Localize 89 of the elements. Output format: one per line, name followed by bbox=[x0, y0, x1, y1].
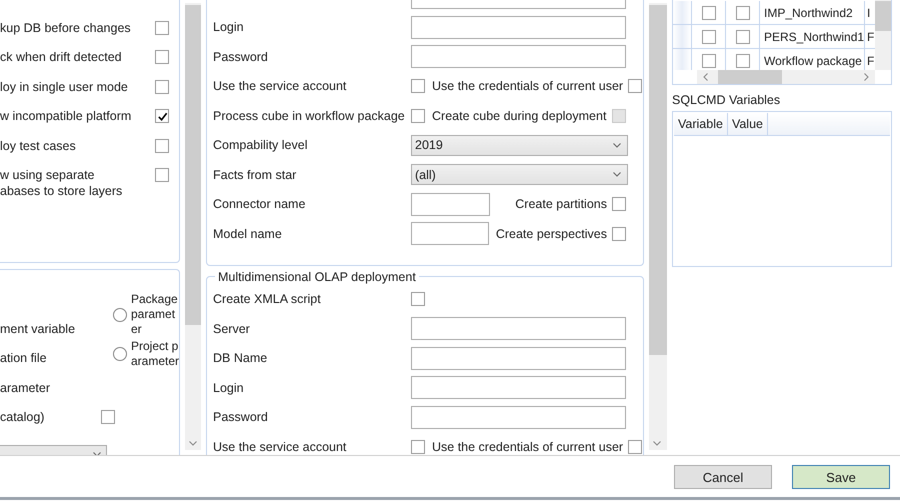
input-field[interactable] bbox=[411, 192, 490, 216]
field-label: Login bbox=[213, 20, 245, 34]
scrollbar[interactable] bbox=[697, 70, 875, 84]
option-label: loy in single user mode bbox=[0, 78, 128, 95]
scrollbar[interactable] bbox=[875, 0, 891, 70]
column-header[interactable]: Value bbox=[728, 113, 768, 135]
option-label: kup DB before changes bbox=[0, 20, 131, 36]
chevron-down-icon[interactable] bbox=[189, 441, 197, 446]
option-label: catalog) bbox=[0, 409, 44, 426]
table-cell-text: F bbox=[866, 54, 875, 68]
field-label: Password bbox=[213, 50, 269, 64]
scrollbar[interactable] bbox=[649, 3, 667, 450]
option-label: Create cube during deployment bbox=[431, 108, 607, 123]
table-cell: IMP_Northwind2 bbox=[760, 1, 865, 24]
checkbox[interactable] bbox=[612, 226, 626, 241]
option-label: Use the credentials of current user bbox=[431, 440, 624, 454]
checkbox[interactable] bbox=[736, 54, 750, 68]
checkbox[interactable] bbox=[155, 80, 169, 94]
checkbox[interactable] bbox=[155, 20, 169, 35]
checkbox[interactable] bbox=[155, 138, 169, 153]
field-label: Password bbox=[213, 410, 269, 424]
option-label: ment variable bbox=[0, 320, 76, 337]
table-cell: PERS_Northwind1 bbox=[760, 25, 865, 48]
dialog-button[interactable]: Save bbox=[792, 465, 890, 489]
option-label: Use the credentials of current user bbox=[431, 79, 624, 94]
option-label: Create partitions bbox=[514, 197, 607, 212]
chevron-down-icon bbox=[613, 142, 621, 148]
checkbox[interactable] bbox=[628, 440, 642, 454]
option-label: ation file bbox=[0, 350, 47, 366]
input-field[interactable] bbox=[411, 16, 626, 39]
dropdown[interactable]: (all) bbox=[411, 164, 628, 186]
input-field[interactable] bbox=[411, 376, 626, 400]
field-label: Connector name bbox=[213, 197, 306, 212]
chevron-left-icon[interactable] bbox=[703, 73, 708, 81]
checkbox[interactable] bbox=[411, 108, 425, 123]
checkbox[interactable] bbox=[736, 6, 750, 20]
option-label: arameter bbox=[0, 380, 50, 396]
input-field[interactable] bbox=[411, 317, 626, 340]
row-header[interactable] bbox=[673, 1, 692, 24]
checkbox[interactable] bbox=[155, 109, 169, 124]
checkbox[interactable] bbox=[702, 54, 716, 68]
row-header[interactable] bbox=[673, 25, 692, 48]
checkbox[interactable] bbox=[411, 79, 425, 94]
input-field[interactable] bbox=[411, 222, 489, 246]
input-field[interactable] bbox=[411, 45, 626, 68]
input-field[interactable] bbox=[411, 406, 626, 429]
scrollbar[interactable] bbox=[185, 3, 201, 450]
field-label: Server bbox=[213, 322, 251, 336]
column-header[interactable]: Variable bbox=[674, 113, 728, 135]
radio-button[interactable] bbox=[113, 308, 127, 322]
field-label: Process cube in workflow package bbox=[213, 108, 406, 123]
group-title: Multidimensional OLAP deployment bbox=[217, 270, 417, 284]
checkbox[interactable] bbox=[628, 79, 642, 94]
table-cell-text: I bbox=[866, 6, 872, 20]
checkbox[interactable] bbox=[155, 168, 169, 182]
field-label: Compability level bbox=[213, 138, 308, 152]
field-label: Facts from star bbox=[213, 168, 298, 182]
section-title: SQLCMD Variables bbox=[672, 93, 782, 109]
checkbox[interactable] bbox=[702, 6, 716, 20]
checkbox[interactable] bbox=[411, 440, 425, 454]
chevron-right-icon[interactable] bbox=[864, 73, 869, 81]
input-field[interactable] bbox=[411, 346, 626, 370]
dropdown[interactable]: 2019 bbox=[411, 134, 628, 156]
field-label: Use the service account bbox=[213, 440, 348, 454]
field-label: Create XMLA script bbox=[213, 292, 322, 306]
chevron-down-icon bbox=[613, 172, 621, 178]
field-label: DB Name bbox=[213, 351, 268, 366]
option-label: ck when drift detected bbox=[0, 49, 122, 66]
checkbox[interactable] bbox=[736, 30, 750, 44]
option-label: loy test cases bbox=[0, 138, 76, 154]
chevron-down-icon[interactable] bbox=[653, 441, 661, 446]
row-header[interactable] bbox=[673, 49, 692, 70]
option-label: Create perspectives bbox=[494, 226, 607, 241]
field-label: Use the service account bbox=[213, 79, 348, 94]
option-label: w incompatible platform bbox=[0, 108, 132, 124]
radio-label: Project parameter bbox=[131, 339, 180, 369]
checkbox[interactable] bbox=[155, 50, 169, 64]
radio-label: Package parameter bbox=[131, 292, 179, 337]
dialog-button[interactable]: Cancel bbox=[674, 465, 772, 489]
checkbox[interactable] bbox=[702, 30, 716, 44]
table-cell-text: F bbox=[866, 30, 875, 44]
option-label: w using separate abases to store layers bbox=[0, 166, 124, 198]
field-label: Model name bbox=[213, 226, 283, 241]
radio-button[interactable] bbox=[113, 347, 127, 361]
checkbox[interactable] bbox=[411, 292, 425, 306]
field-label: Login bbox=[213, 380, 245, 395]
checkbox[interactable] bbox=[101, 410, 115, 424]
checkbox[interactable] bbox=[612, 197, 626, 212]
chevron-down-icon bbox=[93, 452, 101, 455]
